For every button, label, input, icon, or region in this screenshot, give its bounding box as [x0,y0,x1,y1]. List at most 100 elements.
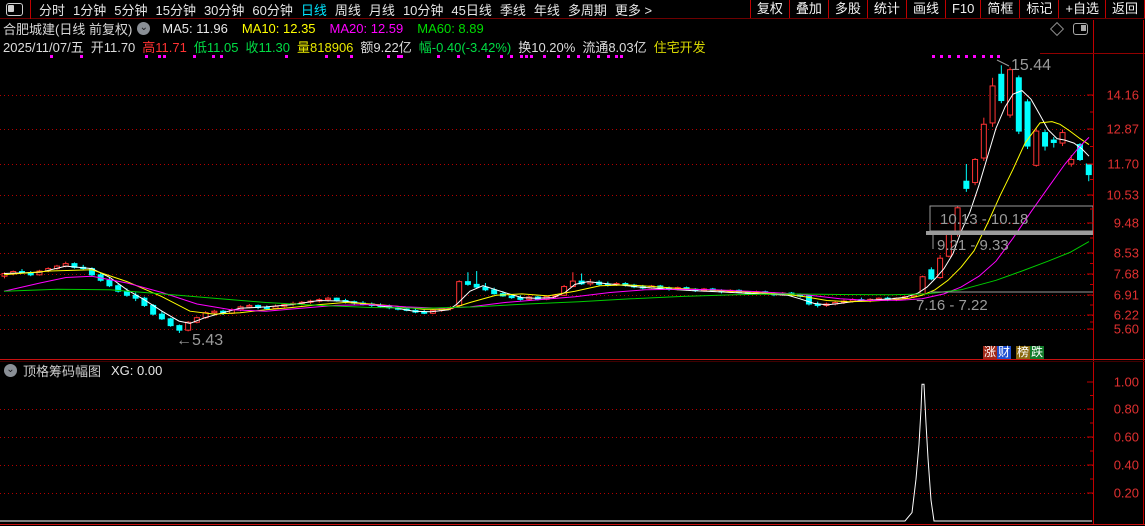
indicator-title[interactable]: 顶格筹码幅图 [23,361,101,380]
sub-panel-header: ⌄ 顶格筹码幅图 XG: 0.00 [0,361,163,380]
candle [167,317,174,327]
zone-label: 9.21 - 9.33 [937,237,1009,254]
candle [27,271,34,277]
zone-label: 10.13 - 10.18 [940,211,1028,228]
stock-title[interactable]: 合肥城建(日线 前复权) [3,19,132,38]
menu-item-画线[interactable]: 画线 [905,0,945,18]
axis-label: 12.87 [1106,122,1139,137]
chevron-down-icon[interactable]: ⌄ [4,364,17,377]
axis-label: 5.60 [1114,322,1139,337]
menu-item-60分钟[interactable]: 60分钟 [252,0,292,19]
menu-item-日线[interactable]: 日线 [301,0,327,19]
ma-legend: MA5: 11.96 MA10: 12.35 MA20: 12.59 MA60: 8.… [162,21,483,36]
period-menu: 分时 1分钟 5分钟 15分钟 30分钟 60分钟 日线 周线 月线 10分钟 45日线 季线 年线 多周… [39,0,652,19]
candle [561,284,568,296]
candle [919,275,926,296]
menu-item-多股[interactable]: 多股 [827,0,867,18]
menu-item-简框[interactable]: 简框 [980,0,1019,18]
badge-group: 涨财榜跌 [983,346,1045,359]
menu-item-更多 >[interactable]: 更多 > [615,0,652,19]
ma-line-MA5 [3,90,1090,324]
ma-lines [3,90,1090,324]
axis-label: 6.91 [1114,288,1139,303]
candle [464,272,471,286]
menu-item-叠加[interactable]: 叠加 [788,0,828,18]
menu-item-分时[interactable]: 分时 [39,0,65,19]
split-pane-icon[interactable] [1073,22,1088,35]
menu-item-1分钟[interactable]: 1分钟 [73,0,106,19]
quote-field: 开11.70 [90,40,136,55]
axis-label: 0.20 [1114,486,1139,501]
candle [989,77,996,127]
candle [980,117,987,162]
low-label: ←5.43 [176,332,223,349]
badge-涨[interactable]: 涨 [983,346,998,359]
menu-item-年线[interactable]: 年线 [534,0,560,19]
trading-terminal: 10.13 - 10.18 9.21 - 9.33 7.16 - 7.22 15.44… [0,0,1145,526]
menu-item-复权[interactable]: 复权 [749,0,789,18]
candle [71,262,78,269]
action-menu: 复权 叠加 多股 统计 画线 F10 简框 标记 +自选 返回 [749,0,1145,18]
menu-item-多周期[interactable]: 多周期 [568,0,607,19]
quote-field: 幅-0.40(-3.42%) [418,40,512,55]
badge-榜[interactable]: 榜 [1016,346,1031,359]
axis-label: 8.53 [1114,246,1139,261]
ma-label: MA20: 12.59 [329,21,404,36]
axis-label: 0.80 [1114,402,1139,417]
candle [928,267,935,281]
quote-field: 低11.05 [193,40,239,55]
quote-field: 换10.20% [518,40,576,55]
axis-label: 14.16 [1106,88,1139,103]
badge-财[interactable]: 财 [997,346,1012,359]
menu-item-10分钟[interactable]: 10分钟 [403,0,443,19]
menu-divider [30,0,31,19]
menu-item-30分钟[interactable]: 30分钟 [204,0,244,19]
axis-label: 7.68 [1114,267,1139,282]
menubar: 分时 1分钟 5分钟 15分钟 30分钟 60分钟 日线 周线 月线 10分钟 45日线 季线 年线 多周… [0,0,1145,19]
ma-label: MA5: 11.96 [162,21,228,36]
quote-field: 量818906 [297,40,354,55]
menu-item-周线[interactable]: 周线 [335,0,361,19]
badge-跌[interactable]: 跌 [1030,346,1045,359]
menu-item-返回[interactable]: 返回 [1104,0,1145,18]
indicator-value: XG: 0.00 [111,363,163,378]
menu-item-45日线[interactable]: 45日线 [451,0,491,19]
candle [814,301,821,308]
ma-label: MA10: 12.35 [241,21,316,36]
candle [1042,129,1049,151]
indicator-line [0,383,1092,522]
title-icons [1049,21,1088,36]
zone-label: 7.16 - 7.22 [916,297,988,314]
menu-item-5分钟[interactable]: 5分钟 [114,0,147,19]
panel-toggle-icon[interactable] [6,2,23,16]
candle [972,158,979,186]
ma-line-MA20 [3,137,1090,312]
axis-label: 10.53 [1106,188,1139,203]
quote-field: 流通8.03亿 [582,40,647,55]
quote-field: 收11.30 [245,40,291,55]
menu-item-+自选[interactable]: +自选 [1058,0,1105,18]
axis-label: 6.22 [1114,308,1139,323]
menu-item-15分钟[interactable]: 15分钟 [155,0,195,19]
candle [1007,67,1014,118]
chart-canvas: 10.13 - 10.18 9.21 - 9.33 7.16 - 7.22 15.44… [0,20,1145,525]
candle [473,271,480,289]
diamond-icon[interactable] [1049,21,1065,36]
menu-item-标记[interactable]: 标记 [1019,0,1058,18]
quote-field: 高11.71 [142,40,187,55]
menu-item-季线[interactable]: 季线 [500,0,526,19]
candle [1059,129,1066,147]
ma-line-MA10 [3,121,1090,315]
value-axis: 1.00 0.80 0.60 0.40 0.20 [1087,375,1139,501]
candle [1015,75,1022,135]
quote-info-bar: 2025/11/07/五 开11.70 高11.71 低11.05 收11.30 量818… [0,37,706,55]
menu-item-统计[interactable]: 统计 [866,0,906,18]
ma-label: MA60: 8.89 [417,21,484,36]
axis-label: 0.40 [1114,458,1139,473]
axis-label: 11.70 [1107,157,1139,172]
menu-item-F10[interactable]: F10 [944,0,980,18]
menu-item-月线[interactable]: 月线 [369,0,395,19]
chevron-down-icon[interactable]: ⌄ [137,22,151,35]
signal-dots [50,55,1000,58]
candle [1085,163,1092,182]
